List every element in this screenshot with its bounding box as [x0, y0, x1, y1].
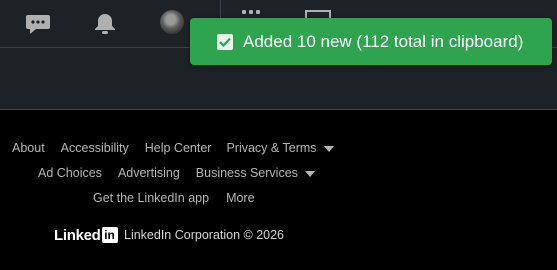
footer-link-get-app[interactable]: Get the LinkedIn app [93, 191, 209, 205]
linkedin-logo: Linked in [54, 226, 118, 244]
footer-links-row-3: Get the LinkedIn app More [0, 191, 557, 205]
apps-grid-icon[interactable] [242, 8, 264, 18]
footer-link-more[interactable]: More [226, 191, 254, 205]
footer-link-advertising[interactable]: Advertising [118, 166, 180, 180]
footer-links-row-1: About Accessibility Help Center Privacy … [0, 141, 557, 155]
footer-link-about[interactable]: About [12, 141, 45, 155]
footer-link-help-center[interactable]: Help Center [145, 141, 212, 155]
business-services-label: Business Services [195, 166, 298, 180]
copyright-text: LinkedIn Corporation © 2026 [124, 228, 285, 242]
footer-link-business-services[interactable]: Business Services [196, 166, 315, 180]
privacy-terms-label: Privacy & Terms [226, 141, 317, 155]
caret-down-icon [323, 145, 334, 152]
toast-message: Added 10 new (112 total in clipboard) [243, 31, 524, 51]
footer-link-accessibility[interactable]: Accessibility [61, 141, 129, 155]
footer-links-row-2: Ad Choices Advertising Business Services [0, 166, 557, 180]
profile-avatar[interactable] [160, 10, 184, 34]
caret-down-icon [304, 170, 315, 177]
checkbox-checked-icon [217, 33, 233, 50]
notifications-icon[interactable] [91, 10, 119, 36]
footer-link-ad-choices[interactable]: Ad Choices [38, 166, 102, 180]
logo-wordmark: Linked [54, 226, 101, 244]
messaging-icon[interactable] [24, 10, 52, 36]
logo-in-box: in [101, 227, 118, 243]
clipboard-toast: Added 10 new (112 total in clipboard) [190, 18, 552, 65]
footer-link-privacy-terms[interactable]: Privacy & Terms [226, 141, 334, 155]
